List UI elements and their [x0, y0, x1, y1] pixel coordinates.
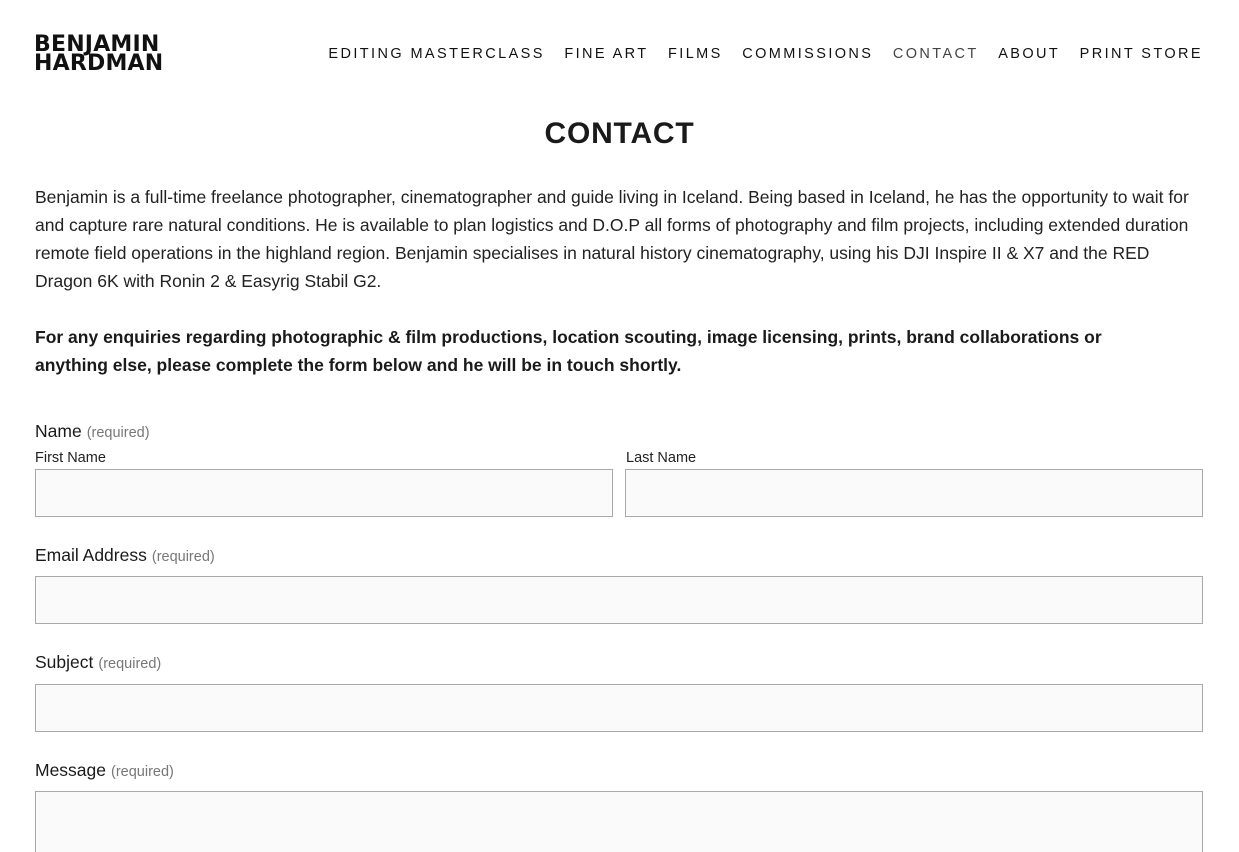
message-label: Message (required) [35, 760, 174, 781]
page-title: CONTACT [544, 117, 695, 150]
first-name-input[interactable] [35, 469, 613, 517]
subject-label: Subject (required) [35, 652, 161, 673]
email-input[interactable] [35, 576, 1203, 624]
nav-item-about[interactable]: ABOUT [998, 46, 1060, 62]
subject-label-text: Subject [35, 652, 94, 672]
nav-item-films[interactable]: FILMS [668, 46, 723, 62]
main-nav: EDITING MASTERCLASS FINE ART FILMS COMMI… [309, 46, 1203, 62]
name-required-note: (required) [86, 425, 150, 441]
subject-input[interactable] [35, 684, 1203, 732]
last-name-label: Last Name [626, 450, 697, 466]
enquiry-paragraph: For any enquiries regarding photographic… [35, 327, 1102, 375]
nav-item-print-store[interactable]: PRINT STORE [1080, 46, 1203, 62]
contact-page: BENJAMIN HARDMAN EDITING MASTERCLASS FIN… [0, 0, 1239, 852]
message-label-text: Message [35, 760, 107, 780]
nav-item-editing-masterclass[interactable]: EDITING MASTERCLASS [328, 46, 544, 62]
nav-item-commissions[interactable]: COMMISSIONS [742, 46, 873, 62]
email-label: Email Address (required) [35, 545, 215, 566]
message-required-note: (required) [111, 764, 174, 780]
logo-line-2: HARDMAN [34, 51, 164, 76]
site-logo[interactable]: BENJAMIN HARDMAN [34, 34, 164, 76]
subject-required-note: (required) [98, 656, 162, 672]
first-name-label: First Name [35, 450, 106, 466]
nav-item-contact[interactable]: CONTACT [893, 46, 979, 62]
message-textarea[interactable] [35, 791, 1203, 852]
last-name-input[interactable] [625, 469, 1203, 517]
name-label: Name (required) [35, 421, 150, 442]
intro-paragraph: Benjamin is a full-time freelance photog… [35, 187, 1189, 291]
email-required-note: (required) [151, 549, 215, 565]
name-label-text: Name [35, 421, 82, 441]
email-label-text: Email Address [35, 545, 147, 565]
nav-item-fine-art[interactable]: FINE ART [564, 46, 648, 62]
